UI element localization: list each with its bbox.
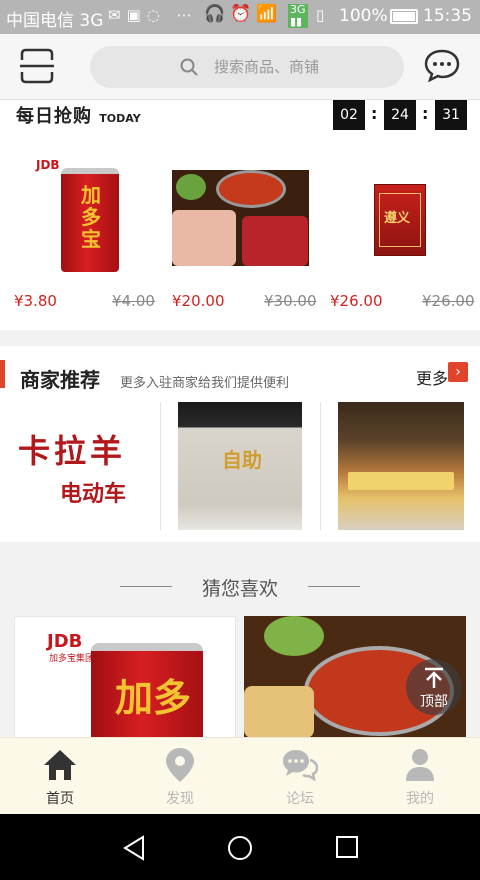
flash-product-3-old-price: ¥26.00 [422, 292, 475, 310]
chat-bubbles-icon [283, 750, 318, 782]
guess-title-line-right [308, 586, 360, 587]
flash-product-1-old-price: ¥4.00 [112, 292, 155, 310]
flash-sale-title: 每日抢购 TODAY [16, 102, 141, 128]
flash-sale-title-en: TODAY [99, 112, 141, 125]
brand-line-1: 卡拉羊 [18, 432, 127, 470]
status-icons-left: ✉▣◌ ⋯ [108, 6, 198, 24]
merchant-title: 商家推荐 [20, 368, 100, 392]
flash-product-3-price: ¥26.00 [330, 292, 383, 310]
message-icon[interactable] [424, 48, 460, 83]
guess-card-1[interactable]: JDB 加多宝集团 加多 [14, 616, 236, 738]
tab-discover[interactable]: 发现 [120, 738, 240, 815]
tab-discover-label: 发现 [166, 791, 194, 807]
search-placeholder: 搜索商品、商铺 [214, 58, 320, 76]
bottom-tab-bar: 首页 发现 论坛 我的 [0, 737, 480, 814]
flash-product-1-image[interactable]: JDB 加多宝 [36, 158, 122, 274]
flash-product-1-price: ¥3.80 [14, 292, 57, 310]
clock: 15:35 [423, 6, 472, 26]
can-text: 加多 [115, 676, 192, 720]
scan-icon[interactable] [20, 48, 54, 84]
battery-label: 100% [339, 6, 388, 26]
tab-forum-label: 论坛 [286, 791, 314, 807]
flash-product-2-price: ¥20.00 [172, 292, 225, 310]
guess-title: 猜您喜欢 [201, 578, 278, 600]
search-icon [180, 58, 198, 76]
arrow-up-icon [425, 667, 443, 688]
back-nav-icon[interactable] [122, 835, 146, 861]
countdown-colon: : [371, 104, 378, 123]
tab-me-label: 我的 [406, 791, 434, 807]
sign-text: 自助 [222, 448, 262, 472]
recents-nav-icon[interactable] [336, 836, 358, 858]
jdb-logo: JDB [47, 631, 83, 652]
flash-product-2-old-price: ¥30.00 [264, 292, 317, 310]
flash-sale-section: 每日抢购 TODAY 02 : 24 : 31 JDB 加多宝 ¥3.80 ¥4… [0, 100, 480, 330]
countdown-seconds: 31 [435, 100, 467, 130]
divider [160, 402, 161, 530]
flash-sale-title-cn: 每日抢购 [16, 106, 92, 127]
signal-3g-icon: 3G ▮▮ [288, 3, 308, 28]
tab-forum[interactable]: 论坛 [240, 738, 360, 815]
divider [320, 402, 321, 530]
more-link[interactable]: 更多 [416, 365, 448, 389]
home-nav-icon[interactable] [227, 835, 253, 861]
carrier-label: 中国电信 3G [6, 11, 104, 31]
merchant-card-1[interactable]: 卡拉羊 电动车 [14, 416, 154, 516]
can-text: 加多宝 [81, 183, 101, 251]
home-icon [44, 750, 76, 780]
merchant-subtitle: 更多入驻商家给我们提供便利 [120, 376, 290, 391]
merchant-card-3-image[interactable] [338, 402, 464, 530]
sim-icon: ▯ [316, 6, 325, 24]
tab-me[interactable]: 我的 [360, 738, 480, 815]
box-text: 遵义 [384, 211, 411, 226]
jdb-logo: JDB [36, 158, 60, 172]
tab-home[interactable]: 首页 [0, 738, 120, 815]
countdown-colon: : [422, 104, 429, 123]
system-nav-bar [0, 814, 480, 880]
user-icon [406, 749, 434, 781]
back-to-top-label: 顶部 [420, 694, 448, 710]
battery-icon [390, 9, 418, 24]
app-header: 搜索商品、商铺 [0, 34, 480, 100]
merchant-card-2-image[interactable]: 自助 [178, 402, 302, 530]
brand-line-2: 电动车 [60, 482, 127, 507]
countdown-minutes: 24 [384, 100, 416, 130]
flash-product-2-image[interactable] [172, 170, 309, 266]
map-pin-icon [166, 748, 194, 782]
back-to-top-button[interactable]: 顶部 [406, 659, 462, 715]
jdb-logo-sub: 加多宝集团 [49, 654, 95, 664]
chevron-right-icon[interactable]: › [448, 362, 468, 382]
flash-product-3-image[interactable]: 遵义 [374, 184, 426, 256]
tab-home-label: 首页 [46, 791, 74, 807]
status-bar: 中国电信 3G ✉▣◌ ⋯ 🎧⏰📶 3G ▮▮ ▯ 100% 15:35 [0, 0, 480, 34]
countdown-hours: 02 [333, 100, 365, 130]
merchant-section: 商家推荐 更多入驻商家给我们提供便利 更多 › 卡拉羊 电动车 自助 [0, 346, 480, 542]
section-accent-bar [0, 360, 5, 388]
search-bar[interactable]: 搜索商品、商铺 [90, 46, 404, 88]
status-icons-right: 🎧⏰📶 [204, 4, 283, 24]
